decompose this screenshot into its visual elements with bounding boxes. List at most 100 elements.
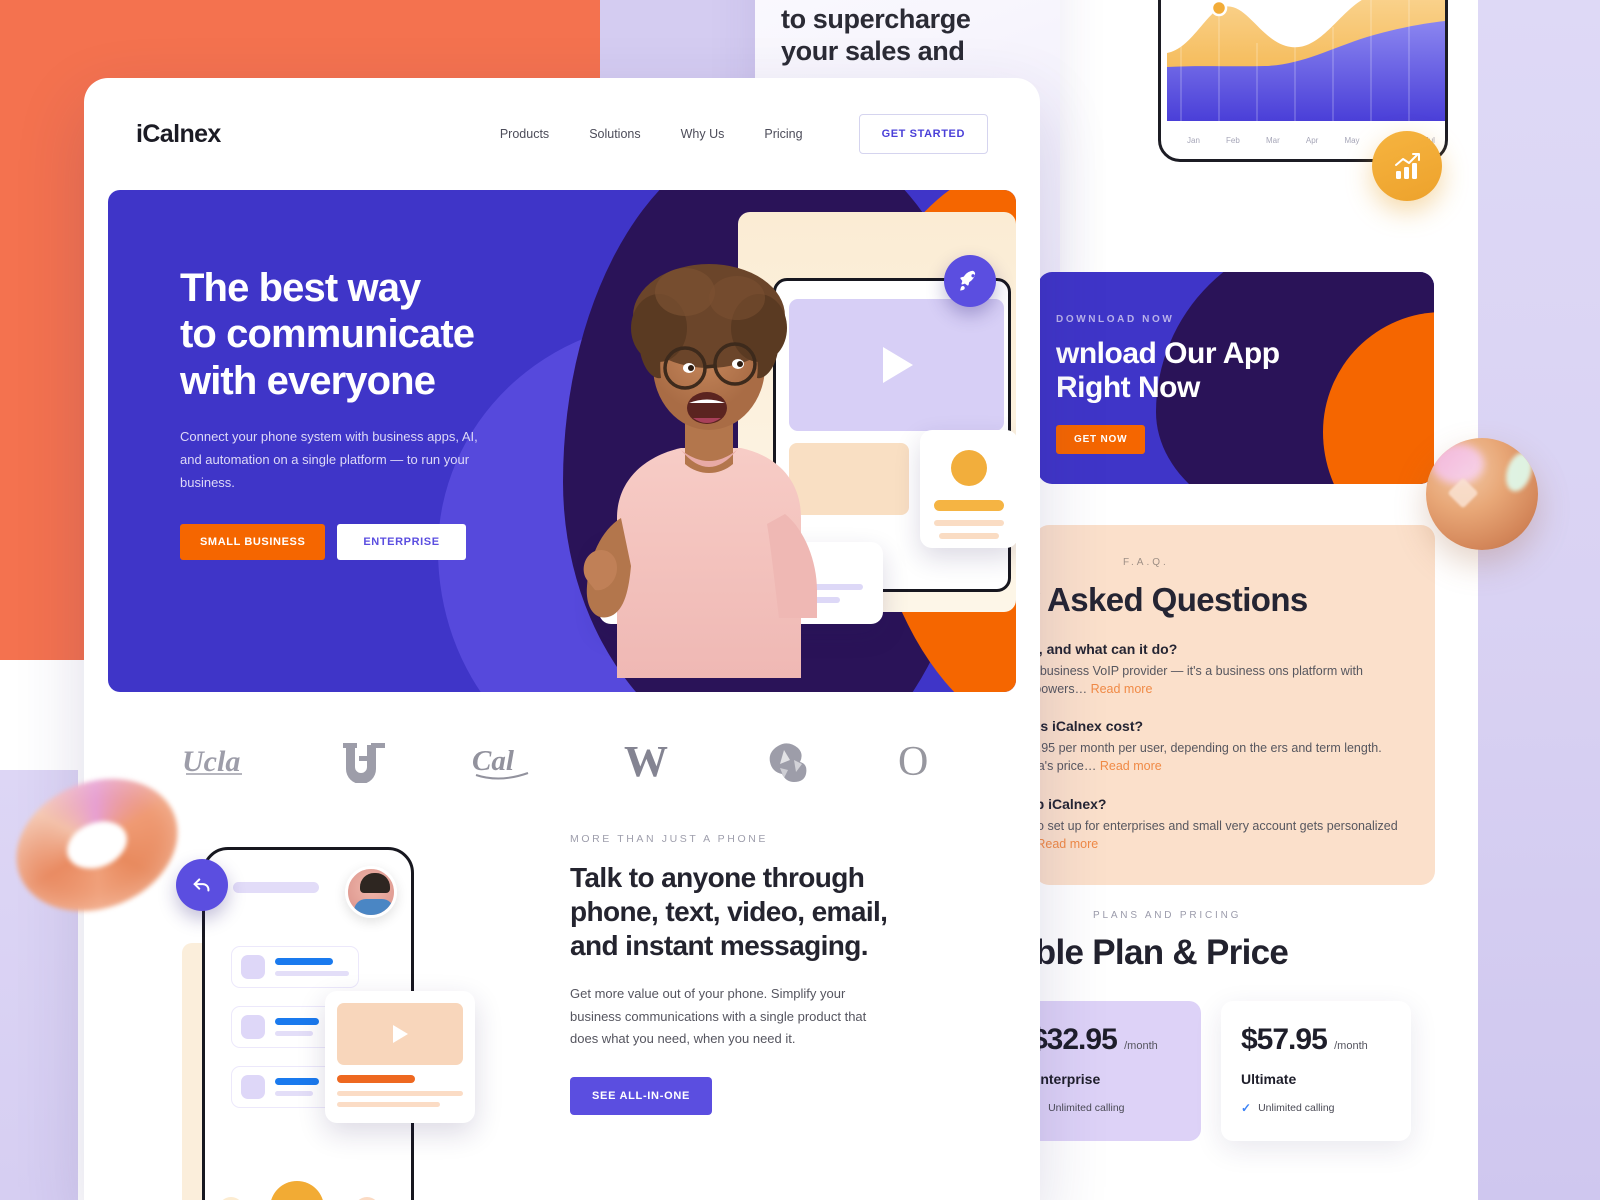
logo-oregon: O <box>896 738 944 789</box>
profile-mini-card <box>920 430 1016 548</box>
read-more-link[interactable]: Read more <box>1036 837 1098 851</box>
axis-tick: Jan <box>1187 136 1200 145</box>
area-chart-graphic <box>1167 0 1445 121</box>
pricing-title: xible Plan & Price <box>1007 933 1289 972</box>
list-item-sub <box>275 1091 314 1096</box>
list-item-title <box>275 958 333 965</box>
profile-line <box>938 533 1000 539</box>
feature-copy: MORE THAN JUST A PHONE Talk to anyone th… <box>570 833 890 1115</box>
plan-name: Ultimate <box>1241 1071 1297 1087</box>
list-item-thumb <box>241 1075 265 1099</box>
plan-period: /month <box>1124 1040 1158 1052</box>
enterprise-button[interactable]: ENTERPRISE <box>337 524 466 561</box>
small-business-button[interactable]: SMALL BUSINESS <box>180 524 326 561</box>
plan-period: /month <box>1334 1040 1368 1052</box>
feature-section: MORE THAN JUST A PHONE Talk to anyone th… <box>84 789 1040 1200</box>
read-more-link[interactable]: Read more <box>1091 682 1153 696</box>
chart-trend-icon <box>1372 131 1442 201</box>
list-item-sub <box>275 1031 314 1036</box>
profile-line <box>934 500 1004 511</box>
axis-tick: Mar <box>1265 136 1280 145</box>
pricing-card-ultimate[interactable]: $57.95 /month Ultimate ✓ Unlimited callin… <box>1221 1001 1411 1141</box>
hero-subtext: Connect your phone system with business … <box>180 429 478 490</box>
faq-answer: eeze to set up for enterprises and small… <box>1035 818 1398 851</box>
plan-feature: ✓Unlimited calling <box>1241 1101 1335 1115</box>
plan-name: Enterprise <box>1031 1071 1101 1087</box>
hero-copy: The best way to communicate with everyon… <box>108 190 558 561</box>
hero-banner: The best way to communicate with everyon… <box>108 190 1016 692</box>
video-title-bar <box>337 1075 416 1083</box>
hero-person-photo <box>583 264 817 678</box>
rocket-icon <box>944 255 996 307</box>
see-all-in-one-button[interactable]: SEE ALL-IN-ONE <box>570 1076 713 1115</box>
primary-navigation: Products Solutions Why Us Pricing GET ST… <box>500 114 988 154</box>
plan-price: $57.95 /month <box>1241 1023 1368 1056</box>
faq-answer: only a business VoIP provider — it's a b… <box>1035 664 1363 697</box>
download-title: wnload Our App Right Now <box>1056 337 1280 404</box>
nav-link-why-us[interactable]: Why Us <box>681 127 725 141</box>
hero-heading: The best way to communicate with everyon… <box>180 266 475 403</box>
check-icon: ✓ <box>1241 1101 1252 1115</box>
list-item-thumb <box>241 1015 265 1039</box>
pricing-eyebrow: PLANS AND PRICING <box>1093 910 1242 921</box>
faq-list: alnex, and what can it do? only a busine… <box>1035 641 1435 853</box>
svg-text:Cal: Cal <box>472 745 515 777</box>
phone-title-bar <box>233 882 319 893</box>
get-started-button[interactable]: GET STARTED <box>858 114 988 154</box>
svg-text:O: O <box>898 739 928 784</box>
background-card-heading: to supercharge your sales and <box>781 4 971 66</box>
logo-utah <box>340 739 388 788</box>
faq-answer: at $18.95 per month per user, depending … <box>1035 741 1382 774</box>
faq-item[interactable]: n does iCalnex cost? at $18.95 per month… <box>1035 718 1435 775</box>
faq-question: set up iCalnex? <box>1035 795 1107 812</box>
feature-eyebrow: MORE THAN JUST A PHONE <box>570 833 769 845</box>
plan-feature: ✓Unlimited calling <box>1031 1101 1181 1115</box>
logo-cal: Cal <box>470 740 540 787</box>
axis-tick: May <box>1344 136 1360 145</box>
site-header: iCalnex Products Solutions Why Us Pricin… <box>84 78 1040 190</box>
nav-link-products[interactable]: Products <box>500 127 549 141</box>
video-line <box>337 1102 441 1107</box>
avatar <box>345 866 397 918</box>
faq-item[interactable]: set up iCalnex? eeze to set up for enter… <box>1035 796 1435 853</box>
back-arrow-icon[interactable] <box>176 859 228 911</box>
feature-body: Get more value out of your phone. Simpli… <box>570 986 867 1047</box>
svg-text:W: W <box>624 738 668 784</box>
list-item-title <box>275 1078 320 1085</box>
main-page-card: iCalnex Products Solutions Why Us Pricin… <box>84 78 1040 1200</box>
download-app-panel: DOWNLOAD NOW wnload Our App Right Now GET… <box>1038 272 1434 484</box>
faq-item[interactable]: alnex, and what can it do? only a busine… <box>1035 641 1435 698</box>
play-icon <box>337 1003 463 1065</box>
download-eyebrow: DOWNLOAD NOW <box>1056 314 1175 325</box>
list-item-sub <box>275 971 349 976</box>
read-more-link[interactable]: Read more <box>1100 759 1162 773</box>
logo-washington-state <box>766 738 814 789</box>
faq-panel: F.A.Q. tly Asked Questions alnex, and wh… <box>1035 525 1435 885</box>
faq-question: n does iCalnex cost? <box>1035 718 1144 735</box>
university-logos-row: Ucla Cal W O <box>84 692 1040 789</box>
axis-tick: Apr <box>1305 136 1319 145</box>
logo-washington: W <box>622 737 684 789</box>
logo-ucla: Ucla <box>180 741 258 786</box>
get-now-button[interactable]: GET NOW <box>1056 424 1146 454</box>
faq-question: alnex, and what can it do? <box>1035 641 1178 657</box>
sphere-3d-shape <box>1426 438 1538 550</box>
list-item-thumb <box>241 955 265 979</box>
person-icon <box>951 450 987 486</box>
nav-link-pricing[interactable]: Pricing <box>764 127 802 141</box>
axis-tick: Feb <box>1226 136 1240 145</box>
faq-eyebrow: F.A.Q. <box>1123 557 1169 568</box>
hero-illustration <box>563 200 1016 692</box>
pricing-section: PLANS AND PRICING xible Plan & Price $32… <box>1007 910 1455 1200</box>
phone-mockup <box>176 833 512 1200</box>
svg-text:Ucla: Ucla <box>182 745 240 778</box>
video-line <box>337 1091 463 1096</box>
brand-logo[interactable]: iCalnex <box>136 120 221 149</box>
list-item[interactable] <box>231 946 359 988</box>
plan-price: $32.95 /month <box>1031 1023 1158 1056</box>
faq-title: tly Asked Questions <box>1035 581 1308 618</box>
profile-line <box>934 520 1004 526</box>
video-preview-card[interactable] <box>325 991 475 1123</box>
lavender-right-strip <box>1478 0 1600 1200</box>
nav-link-solutions[interactable]: Solutions <box>589 127 640 141</box>
